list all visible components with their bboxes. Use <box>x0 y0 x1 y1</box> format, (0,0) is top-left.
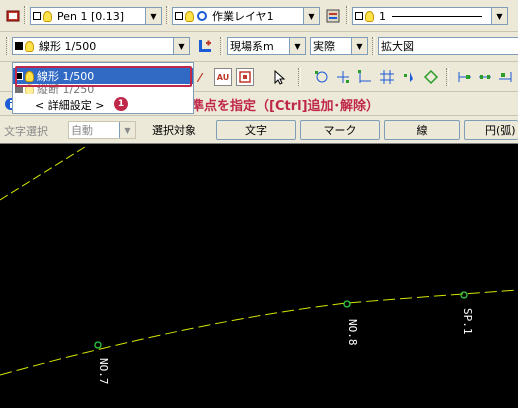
chevron-down-icon[interactable]: ▼ <box>145 8 161 24</box>
scale-add-icon[interactable] <box>196 37 214 55</box>
toolbar-row-1: Pen 1 [0.13] ▼ 作業レイヤ1 ▼ 1 ▼ <box>0 0 518 32</box>
coord-combo-value: 現場系m <box>230 40 274 53</box>
search-icon <box>197 11 207 21</box>
station-label-sp1[interactable]: SP.1 <box>461 308 474 335</box>
pen-combo[interactable]: Pen 1 [0.13] ▼ <box>30 7 162 25</box>
coord-combo[interactable]: 現場系m ▼ <box>227 37 306 55</box>
chevron-down-icon[interactable]: ▼ <box>173 38 189 54</box>
view-combo-value: 拡大図 <box>381 40 414 53</box>
linetype-combo-value: 1 <box>377 10 491 23</box>
color-swatch <box>175 12 183 20</box>
bulb-icon <box>43 10 52 22</box>
dropdown-item-detail-settings[interactable]: < 詳細設定 > <box>13 97 193 113</box>
snap-end-icon[interactable] <box>356 68 374 86</box>
au-label: AU <box>216 72 230 82</box>
layer-combo-value: 作業レイヤ1 <box>212 10 274 23</box>
text-tool-icon[interactable]: ⁄ <box>196 68 214 86</box>
line-target-button[interactable]: 線 <box>384 120 460 140</box>
mark-target-button[interactable]: マーク <box>300 120 380 140</box>
status-message: 準点を指定（[Ctrl]追加･解除） <box>191 99 380 114</box>
char-select-label: 文字選択 <box>4 125 48 138</box>
scale-combo[interactable]: 線形 1/500 ▼ <box>12 37 190 55</box>
color-swatch <box>15 42 23 50</box>
svg-text:⁄: ⁄ <box>197 71 204 85</box>
toolbar-row-5: 文字選択 自動 ▼ 選択対象 文字 マーク 線 円(弧) <box>0 116 518 144</box>
color-swatch <box>33 12 41 20</box>
align-icon-2[interactable] <box>476 68 494 86</box>
callout-badge: 1 <box>114 97 128 111</box>
chevron-down-icon[interactable]: ▼ <box>491 8 507 24</box>
layer-settings-icon[interactable] <box>324 7 342 25</box>
chevron-down-icon[interactable]: ▼ <box>119 122 135 138</box>
chevron-down-icon[interactable]: ▼ <box>351 38 367 54</box>
toolbar-grip[interactable] <box>166 6 169 24</box>
book-icon[interactable] <box>4 7 22 25</box>
snap-grid-icon[interactable] <box>378 68 396 86</box>
chevron-down-icon[interactable]: ▼ <box>303 8 319 24</box>
linetype-combo[interactable]: 1 ▼ <box>352 7 508 25</box>
station-label-no8[interactable]: NO.8 <box>346 319 359 346</box>
color-swatch <box>355 12 363 20</box>
snap-diamond-icon[interactable] <box>422 68 440 86</box>
target-label: 選択対象 <box>152 124 196 137</box>
dropdown-item-label: < 詳細設定 > <box>35 99 105 112</box>
callout-highlight-box <box>15 66 192 87</box>
size-combo[interactable]: 実際 ▼ <box>310 37 368 55</box>
toolbar-grip[interactable] <box>220 37 223 55</box>
arc-target-button[interactable]: 円(弧) <box>464 120 518 140</box>
size-combo-value: 実際 <box>313 40 335 53</box>
toolbar-row-2: 線形 1/500 ▼ 現場系m ▼ 実際 ▼ 拡大図 <box>0 32 518 62</box>
scale-combo-value: 線形 1/500 <box>39 40 97 53</box>
canvas-background <box>0 145 518 408</box>
bulb-icon <box>185 10 194 22</box>
toolbar-grip[interactable] <box>6 37 9 55</box>
snap-cross-icon[interactable] <box>334 68 352 86</box>
toolbar-grip[interactable] <box>24 6 27 24</box>
bulb-icon <box>25 40 34 52</box>
toolbar-grip[interactable] <box>346 6 349 24</box>
auto-combo[interactable]: 自動 ▼ <box>68 121 136 139</box>
pointer-icon[interactable] <box>270 68 288 86</box>
station-label-no7[interactable]: NO.7 <box>97 358 110 385</box>
toolbar-grip[interactable] <box>446 68 449 86</box>
toolbar-grip[interactable] <box>372 37 375 55</box>
layer-combo[interactable]: 作業レイヤ1 ▼ <box>172 7 320 25</box>
pen-combo-value: Pen 1 [0.13] <box>57 9 125 23</box>
view-combo[interactable]: 拡大図 <box>378 37 518 55</box>
auto-combo-value: 自動 <box>71 124 93 137</box>
align-icon-1[interactable] <box>456 68 474 86</box>
toolbar-grip[interactable] <box>298 68 301 86</box>
frame-tool-icon[interactable] <box>236 68 254 86</box>
au-button[interactable]: AU <box>214 68 232 86</box>
snap-circle-icon[interactable] <box>312 68 330 86</box>
align-icon-3[interactable] <box>496 68 514 86</box>
text-target-button[interactable]: 文字 <box>216 120 296 140</box>
chevron-down-icon[interactable]: ▼ <box>289 38 305 54</box>
snap-point-icon[interactable] <box>400 68 418 86</box>
bulb-icon <box>365 10 374 22</box>
drawing-svg <box>0 145 518 408</box>
drawing-canvas[interactable]: NO.7 NO.8 SP.1 <box>0 145 518 408</box>
